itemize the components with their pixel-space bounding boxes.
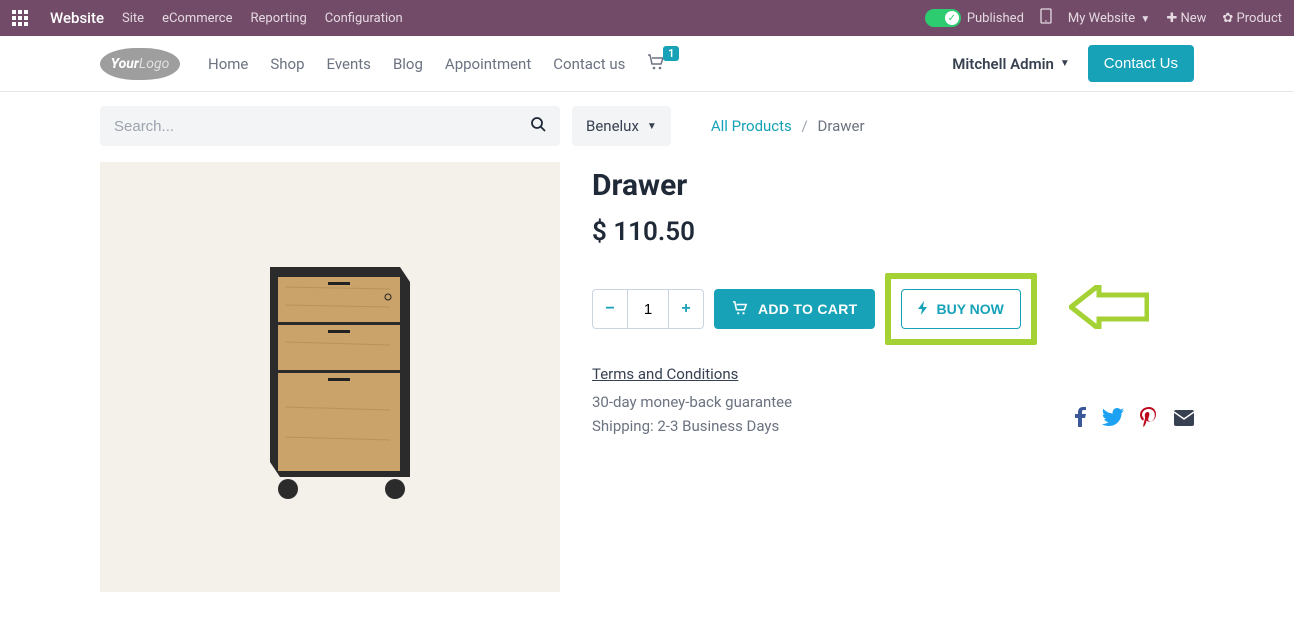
- gear-icon: ✿: [1222, 11, 1233, 26]
- admin-top-bar: Website Site eCommerce Reporting Configu…: [0, 0, 1294, 36]
- admin-app-name[interactable]: Website: [50, 9, 104, 27]
- chevron-down-icon: ▼: [1060, 58, 1070, 69]
- my-website-dropdown[interactable]: My Website ▼: [1068, 11, 1150, 26]
- qty-decrease-button[interactable]: −: [592, 289, 628, 329]
- annotation-highlight: BUY NOW: [885, 273, 1036, 345]
- admin-menu-reporting[interactable]: Reporting: [251, 11, 307, 26]
- admin-menu-ecommerce[interactable]: eCommerce: [162, 11, 232, 26]
- pinterest-icon[interactable]: [1140, 407, 1158, 432]
- terms-link[interactable]: Terms and Conditions: [592, 365, 738, 383]
- search-input[interactable]: [114, 118, 530, 135]
- contact-us-button[interactable]: Contact Us: [1088, 45, 1194, 82]
- nav-blog[interactable]: Blog: [393, 55, 423, 73]
- buy-now-button[interactable]: BUY NOW: [901, 289, 1020, 329]
- chevron-down-icon: ▼: [647, 121, 657, 132]
- admin-product-button[interactable]: ✿ Product: [1222, 11, 1282, 26]
- nav-shop[interactable]: Shop: [270, 55, 304, 73]
- breadcrumb-root[interactable]: All Products: [711, 117, 792, 135]
- nav-events[interactable]: Events: [327, 55, 371, 73]
- search-box[interactable]: [100, 106, 560, 146]
- cart-icon: [732, 301, 748, 318]
- product-price: $ 110.50: [592, 217, 1194, 247]
- annotation-arrow-icon: [1069, 285, 1149, 333]
- main-nav: YourLogo Home Shop Events Blog Appointme…: [0, 36, 1294, 92]
- check-icon: ✓: [945, 11, 959, 25]
- qty-input[interactable]: [628, 289, 668, 329]
- mobile-preview-icon[interactable]: [1040, 8, 1052, 28]
- publish-label: Published: [967, 11, 1024, 26]
- breadcrumb-current: Drawer: [817, 117, 864, 135]
- user-menu[interactable]: Mitchell Admin ▼: [952, 55, 1070, 73]
- quantity-stepper: − +: [592, 289, 704, 329]
- publish-toggle[interactable]: ✓ Published: [925, 9, 1024, 27]
- product-image: [100, 162, 560, 592]
- email-icon[interactable]: [1174, 407, 1194, 432]
- twitter-icon[interactable]: [1102, 407, 1124, 432]
- nav-contact-us[interactable]: Contact us: [553, 55, 625, 73]
- apps-icon[interactable]: [12, 10, 28, 26]
- cart-link[interactable]: 1: [647, 54, 665, 74]
- admin-menu-site[interactable]: Site: [122, 11, 144, 26]
- product-title: Drawer: [592, 168, 1194, 203]
- add-to-cart-button[interactable]: ADD TO CART: [714, 289, 875, 329]
- breadcrumb: All Products / Drawer: [711, 117, 865, 135]
- nav-home[interactable]: Home: [208, 55, 248, 73]
- region-select[interactable]: Benelux ▼: [572, 106, 671, 146]
- plus-icon: ✚: [1166, 11, 1177, 26]
- admin-menu-configuration[interactable]: Configuration: [325, 11, 403, 26]
- new-button[interactable]: ✚ New: [1166, 11, 1206, 26]
- logo[interactable]: YourLogo: [100, 48, 180, 80]
- qty-increase-button[interactable]: +: [668, 289, 704, 329]
- facebook-icon[interactable]: [1074, 407, 1086, 432]
- bolt-icon: [918, 301, 928, 318]
- cart-badge: 1: [663, 46, 679, 61]
- nav-appointment[interactable]: Appointment: [445, 55, 531, 73]
- search-icon[interactable]: [530, 116, 546, 136]
- drawer-illustration: [210, 227, 450, 527]
